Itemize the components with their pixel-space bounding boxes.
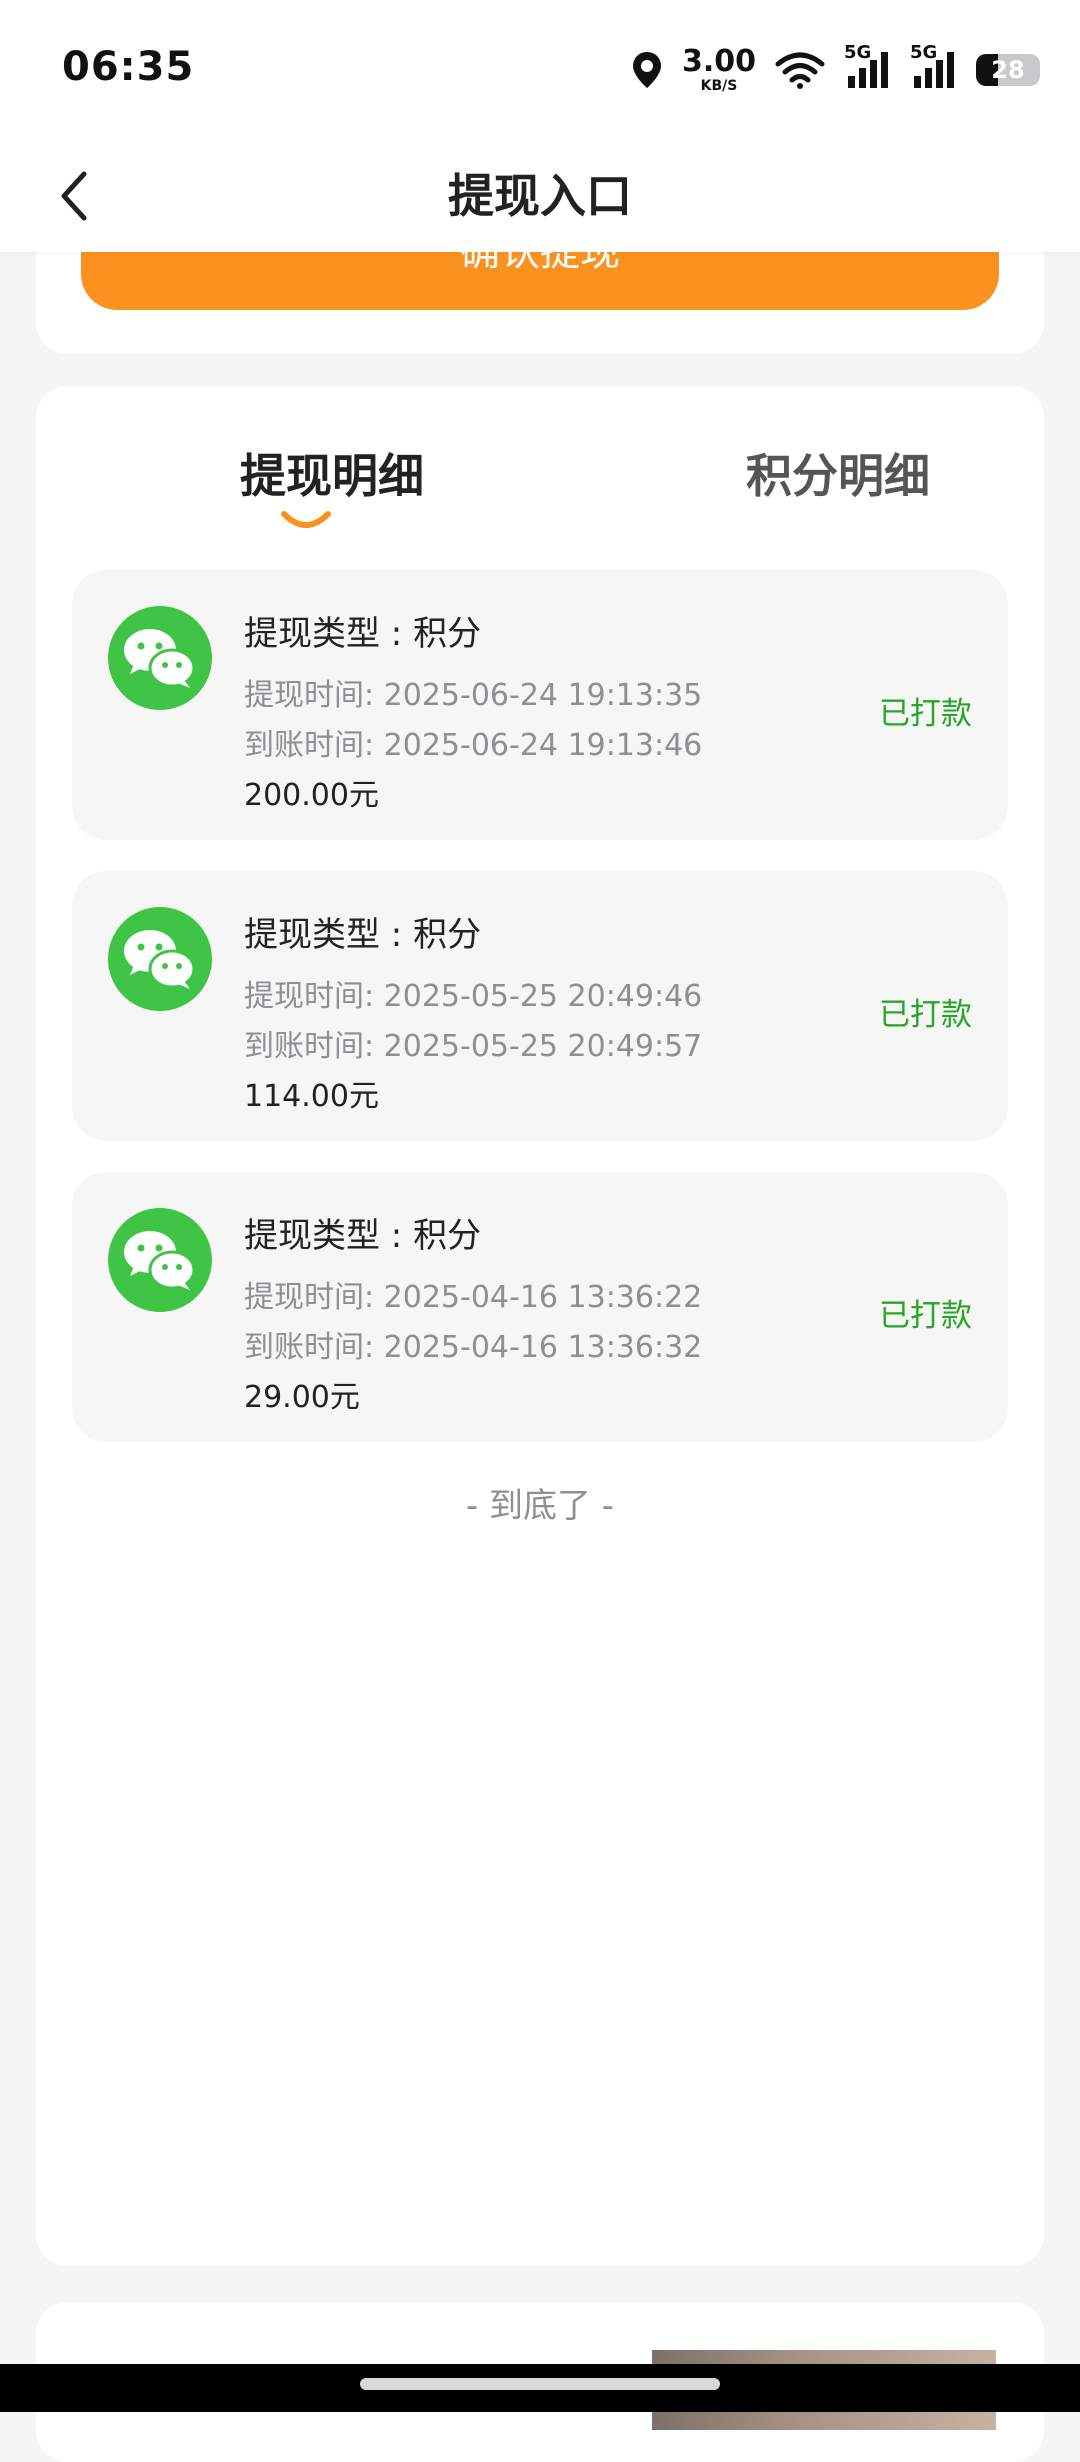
signal-2-label: 5G — [910, 42, 938, 63]
status-bar: 06:35 3.00 KB/S 5G 5G 28 — [0, 0, 1080, 140]
signal-2: 5G — [910, 42, 958, 90]
withdraw-record[interactable]: 提现类型 : 积分 提现时间: 2025-04-16 13:36:22 到账时间… — [72, 1172, 1008, 1442]
arrival-time: 到账时间: 2025-06-24 19:13:46 — [244, 728, 703, 763]
withdraw-amount: 114.00元 — [244, 1079, 379, 1114]
status-icons: 3.00 KB/S 5G 5G 28 — [630, 40, 1040, 100]
withdraw-amount: 29.00元 — [244, 1380, 360, 1415]
arrival-time: 到账时间: 2025-04-16 13:36:32 — [244, 1330, 703, 1365]
withdraw-time: 提现时间: 2025-06-24 19:13:35 — [244, 678, 703, 713]
wechat-icon — [108, 907, 212, 1011]
status-badge: 已打款 — [879, 696, 972, 732]
withdraw-type: 提现类型 : 积分 — [244, 1216, 482, 1256]
withdraw-time: 提现时间: 2025-04-16 13:36:22 — [244, 1280, 703, 1315]
tab-active-indicator — [281, 511, 331, 528]
wechat-icon — [108, 1208, 212, 1312]
gesture-bar — [0, 2364, 1080, 2412]
status-badge: 已打款 — [879, 1298, 972, 1334]
signal-1-label: 5G — [844, 42, 872, 63]
net-speed: 3.00 KB/S — [681, 44, 756, 94]
net-speed-unit: KB/S — [700, 78, 738, 94]
withdraw-record[interactable]: 提现类型 : 积分 提现时间: 2025-06-24 19:13:35 到账时间… — [72, 570, 1008, 840]
status-time: 06:35 — [62, 44, 195, 90]
signal-1: 5G — [844, 42, 892, 90]
list-end-text: - 到底了 - — [465, 1486, 615, 1526]
tab-points-details[interactable]: 积分明细 — [718, 436, 958, 516]
net-speed-value: 3.00 — [681, 44, 756, 79]
withdraw-amount: 200.00元 — [244, 778, 379, 813]
withdraw-type: 提现类型 : 积分 — [244, 614, 482, 654]
withdraw-time: 提现时间: 2025-05-25 20:49:46 — [244, 979, 703, 1014]
wechat-icon — [108, 606, 212, 710]
tab-withdraw-details[interactable]: 提现明细 — [212, 436, 452, 516]
location-icon — [632, 52, 661, 88]
nav-bar: 提现入口 — [0, 140, 1080, 252]
withdraw-record[interactable]: 提现类型 : 积分 提现时间: 2025-05-25 20:49:46 到账时间… — [72, 871, 1008, 1141]
home-indicator[interactable] — [360, 2378, 720, 2390]
wifi-icon — [775, 52, 825, 89]
arrival-time: 到账时间: 2025-05-25 20:49:57 — [244, 1029, 703, 1064]
withdraw-type: 提现类型 : 积分 — [244, 915, 482, 955]
battery-icon: 28 — [976, 54, 1040, 86]
status-badge: 已打款 — [879, 997, 972, 1033]
page-title: 提现入口 — [448, 169, 632, 223]
records-card: 提现明细 积分明细 提现类型 : 积分 提现时间: 2025-06-24 19:… — [36, 386, 1044, 2266]
battery-level: 28 — [991, 56, 1025, 84]
